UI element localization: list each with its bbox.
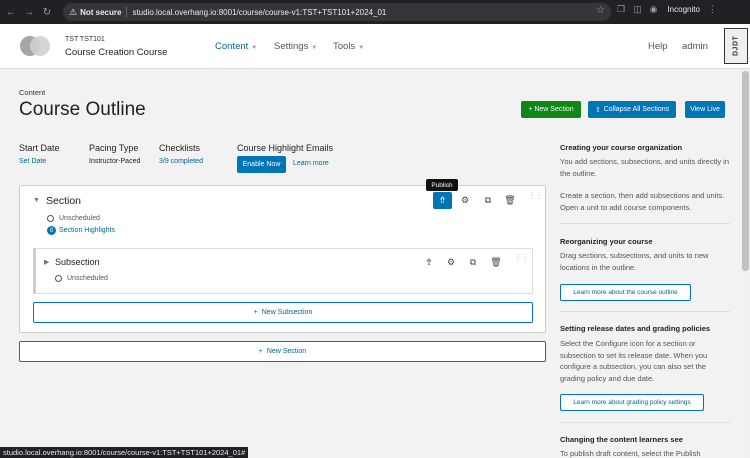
course-org: TST TST101 xyxy=(65,36,105,43)
chevron-down-icon: ▼ xyxy=(311,45,318,51)
new-section-button[interactable]: + New Section xyxy=(521,101,581,118)
page-title: Course Outline xyxy=(19,99,146,120)
course-name[interactable]: Course Creation Course xyxy=(65,47,167,58)
arrow-up-icon: ⇧ xyxy=(594,106,601,114)
gear-icon[interactable]: ⚙ xyxy=(445,257,457,268)
start-date-link[interactable]: Set Date xyxy=(19,158,46,165)
plus-icon: + xyxy=(253,309,258,316)
collapse-all-button[interactable]: ⇧ Collapse All Sections xyxy=(588,101,676,118)
site-logo[interactable] xyxy=(20,36,50,56)
back-icon[interactable]: ← xyxy=(4,7,18,18)
address-bar[interactable]: ⚠ Not secure studio.local.overhang.io:80… xyxy=(63,3,611,21)
bookmark-star-icon[interactable]: ☆ xyxy=(596,5,605,16)
forward-icon[interactable]: → xyxy=(22,7,36,18)
sidebar-heading-organization: Creating your course organization xyxy=(560,143,683,152)
sidebar-text: To publish draft content, select the Pub… xyxy=(560,449,701,458)
incognito-icon: ◉ xyxy=(649,4,658,14)
duplicate-icon[interactable]: ⧉ xyxy=(467,257,479,268)
new-subsection-button[interactable]: + New Subsection xyxy=(33,302,533,323)
chevron-down-icon: ▼ xyxy=(251,45,258,51)
learn-outline-button[interactable]: Learn more about the course outline xyxy=(560,284,691,301)
collapse-all-label: Collapse All Sections xyxy=(603,106,670,113)
not-secure-label: Not secure xyxy=(80,7,122,17)
sidebar-text: Create a section, then add subsections a… xyxy=(560,191,725,212)
clock-icon xyxy=(55,275,62,282)
sidebar-text: Select the Configure icon for a section … xyxy=(560,339,708,383)
section-title[interactable]: Section xyxy=(46,195,81,207)
publish-icon[interactable]: ⇮ xyxy=(423,257,435,268)
drag-handle-icon[interactable]: ⋮⋮ xyxy=(528,192,543,200)
section-highlights-link[interactable]: Section Highlights xyxy=(59,227,115,234)
drag-handle-icon[interactable]: ⋮⋮ xyxy=(514,254,529,262)
chevron-down-icon: ▼ xyxy=(358,45,365,51)
sidebar-text: Drag sections, subsections, and units to… xyxy=(560,251,709,272)
new-section-label: New Section xyxy=(266,348,307,355)
new-subsection-label: New Subsection xyxy=(261,309,313,316)
enable-now-button[interactable]: Enable Now xyxy=(237,156,286,173)
plus-icon: + xyxy=(258,348,263,355)
breadcrumb: Content xyxy=(19,88,46,97)
studio-header: TST TST101 Course Creation Course Conten… xyxy=(0,24,750,69)
subsection-status: Unscheduled xyxy=(67,275,108,282)
debug-toolbar-handle[interactable]: DJDT xyxy=(724,28,748,64)
sidebar-heading-changing: Changing the content learners see xyxy=(560,435,683,444)
nav-content-label: Content xyxy=(215,41,249,52)
help-link[interactable]: Help xyxy=(648,41,668,52)
pacing-value: Instructor-Paced xyxy=(89,158,141,165)
sidebar-heading-grading: Setting release dates and grading polici… xyxy=(560,324,711,333)
nav-settings[interactable]: Settings ▼ xyxy=(274,41,317,52)
divider xyxy=(560,422,730,423)
extensions-icon[interactable]: ❒ xyxy=(617,4,625,15)
pacing-label: Pacing Type xyxy=(89,143,139,153)
new-section-bottom-button[interactable]: + New Section xyxy=(19,341,546,362)
subsection-title[interactable]: Subsection xyxy=(55,257,100,267)
publish-icon[interactable]: ⇮ xyxy=(433,192,452,209)
learn-more-link[interactable]: Learn more xyxy=(293,160,329,167)
logo-circle-right xyxy=(30,36,50,56)
sidebar-heading-reorganizing: Reorganizing your course xyxy=(560,237,653,246)
checklists-label: Checklists xyxy=(159,143,201,153)
view-live-button[interactable]: View Live xyxy=(685,101,725,118)
clock-icon xyxy=(47,215,54,222)
highlights-count-badge: 0 xyxy=(47,226,56,235)
reload-icon[interactable]: ↻ xyxy=(40,7,54,18)
trash-icon[interactable]: 🗑 xyxy=(504,195,516,206)
sidebar-text: You add sections, subsections, and units… xyxy=(560,157,729,178)
checklists-link[interactable]: 3/9 completed xyxy=(159,158,203,165)
trash-icon[interactable]: 🗑 xyxy=(490,257,502,268)
highlight-emails-label: Course Highlight Emails xyxy=(237,143,334,153)
incognito-label: Incognito xyxy=(667,5,700,14)
nav-settings-label: Settings xyxy=(274,41,309,52)
nav-tools-label: Tools xyxy=(333,41,356,52)
collapse-caret-icon[interactable]: ▼ xyxy=(33,197,40,204)
learn-grading-button[interactable]: Learn more about grading policy settings xyxy=(560,394,704,411)
nav-content[interactable]: Content ▼ xyxy=(215,41,257,52)
page-scrollbar[interactable] xyxy=(741,69,750,458)
gear-icon[interactable]: ⚙ xyxy=(459,195,471,206)
subsection-card xyxy=(33,248,533,294)
nav-tools[interactable]: Tools ▼ xyxy=(333,41,364,52)
publish-tooltip: Publish xyxy=(426,179,458,191)
scrollbar-thumb[interactable] xyxy=(742,71,749,271)
warning-icon: ⚠ xyxy=(69,6,78,17)
start-date-label: Start Date xyxy=(19,143,60,153)
status-bar-url: studio.local.overhang.io:8001/course/cou… xyxy=(0,447,249,458)
divider xyxy=(126,7,128,17)
duplicate-icon[interactable]: ⧉ xyxy=(482,195,494,206)
divider xyxy=(560,311,730,312)
section-status: Unscheduled xyxy=(59,215,100,222)
url-text: studio.local.overhang.io:8001/course/cou… xyxy=(132,7,387,17)
divider xyxy=(560,223,730,224)
menu-icon[interactable]: ⋮ xyxy=(708,4,717,15)
expand-caret-icon[interactable]: ▶ xyxy=(44,258,49,266)
user-menu[interactable]: admin xyxy=(682,41,708,52)
browser-toolbar: ← → ↻ ⚠ Not secure studio.local.overhang… xyxy=(0,0,750,24)
browser-actions: ❒ ◫ ◉ Incognito ⋮ xyxy=(617,4,717,15)
sidebar-icon[interactable]: ◫ xyxy=(633,4,642,15)
